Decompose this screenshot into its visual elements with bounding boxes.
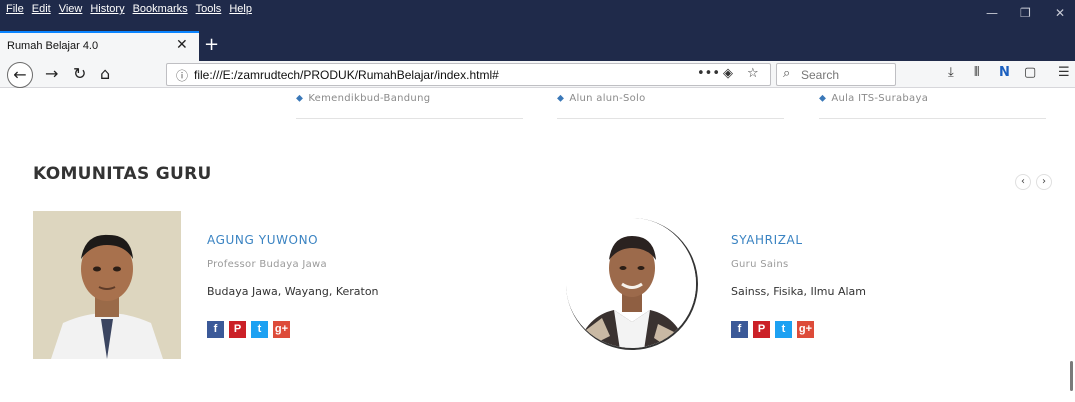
tab-rumah-belajar[interactable]: Rumah Belajar 4.0 ✕	[0, 31, 199, 61]
map-pin-icon: ⬥	[296, 93, 304, 104]
url-bar[interactable]: ⓘ file:///E:/zamrudtech/PRODUK/RumahBela…	[166, 63, 771, 86]
teacher-description: Budaya Jawa, Wayang, Keraton	[207, 285, 379, 298]
location-label: Alun alun-Solo	[569, 93, 646, 104]
location-label: Aula ITS-Surabaya	[831, 93, 929, 104]
teacher-portrait-image	[566, 218, 696, 348]
menu-help[interactable]: Help	[229, 3, 252, 15]
location-item: ⬥ Kemendikbud-Bandung	[296, 93, 430, 104]
scrollbar-thumb[interactable]	[1070, 361, 1073, 391]
page-actions-icon[interactable]: •••	[697, 66, 720, 81]
carousel-prev-button[interactable]: ‹	[1015, 174, 1031, 190]
back-icon[interactable]: ←	[7, 62, 33, 88]
teacher-portrait-image	[33, 211, 181, 359]
minimize-icon[interactable]: —	[986, 6, 998, 20]
reload-icon[interactable]: ↻	[73, 64, 86, 83]
url-text[interactable]: file:///E:/zamrudtech/PRODUK/RumahBelaja…	[194, 68, 499, 82]
bookmark-star-icon[interactable]: ☆	[747, 66, 759, 81]
nav-bar: ← → ↻ ⌂ ⓘ file:///E:/zamrudtech/PRODUK/R…	[0, 61, 1075, 88]
new-tab-icon[interactable]: +	[204, 34, 219, 55]
divider	[819, 118, 1046, 119]
tab-close-icon[interactable]: ✕	[176, 37, 188, 53]
map-pin-icon: ⬥	[819, 93, 827, 104]
teacher-description: Sainss, Fisika, Ilmu Alam	[731, 285, 867, 298]
facebook-icon[interactable]: f	[207, 321, 224, 338]
social-links: f P t g+	[731, 321, 814, 338]
twitter-icon[interactable]: t	[251, 321, 268, 338]
pinterest-icon[interactable]: P	[753, 321, 770, 338]
menu-history[interactable]: History	[90, 3, 124, 15]
teacher-role: Professor Budaya Jawa	[207, 259, 327, 270]
forward-icon[interactable]: →	[45, 64, 58, 83]
divider	[296, 118, 523, 119]
library-icon[interactable]: ⫴	[974, 65, 979, 80]
restore-icon[interactable]: ❐	[1020, 6, 1031, 20]
facebook-icon[interactable]: f	[731, 321, 748, 338]
teacher-photo	[566, 218, 698, 350]
teacher-name[interactable]: SYAHRIZAL	[731, 233, 803, 247]
extension-n-icon[interactable]: N	[999, 65, 1010, 80]
tab-title: Rumah Belajar 4.0	[7, 40, 99, 52]
location-label: Kemendikbud-Bandung	[308, 93, 431, 104]
pocket-icon[interactable]: ◈	[723, 66, 733, 81]
map-pin-icon: ⬥	[557, 93, 565, 104]
location-item: ⬥ Aula ITS-Surabaya	[819, 93, 928, 104]
download-icon[interactable]: ⤓	[948, 65, 954, 80]
menu-bar: File Edit View History Bookmarks Tools H…	[6, 3, 252, 15]
teacher-role: Guru Sains	[731, 259, 789, 270]
menu-view[interactable]: View	[59, 3, 83, 15]
googleplus-icon[interactable]: g+	[273, 321, 290, 338]
pinterest-icon[interactable]: P	[229, 321, 246, 338]
carousel-next-button[interactable]: ›	[1036, 174, 1052, 190]
menu-tools[interactable]: Tools	[196, 3, 222, 15]
sidebar-icon[interactable]: ▢	[1024, 65, 1036, 80]
location-item: ⬥ Alun alun-Solo	[557, 93, 646, 104]
search-icon: ⌕	[783, 66, 791, 81]
search-input[interactable]: ⌕ Search	[776, 63, 896, 86]
social-links: f P t g+	[207, 321, 290, 338]
home-icon[interactable]: ⌂	[100, 64, 110, 83]
menu-edit[interactable]: Edit	[32, 3, 51, 15]
teacher-name[interactable]: AGUNG YUWONO	[207, 233, 318, 247]
page-content: ⬥ Kemendikbud-Bandung ⬥ Alun alun-Solo ⬥ Au…	[0, 88, 1075, 402]
twitter-icon[interactable]: t	[775, 321, 792, 338]
divider	[557, 118, 784, 119]
close-window-icon[interactable]: ✕	[1055, 6, 1065, 20]
menu-bookmarks[interactable]: Bookmarks	[133, 3, 188, 15]
menu-file[interactable]: File	[6, 3, 24, 15]
info-icon[interactable]: ⓘ	[176, 67, 188, 84]
googleplus-icon[interactable]: g+	[797, 321, 814, 338]
section-title: KOMUNITAS GURU	[33, 164, 212, 184]
menu-hamburger-icon[interactable]: ☰	[1058, 65, 1070, 80]
teacher-photo	[33, 211, 181, 359]
search-placeholder: Search	[801, 68, 840, 82]
browser-titlebar: File Edit View History Bookmarks Tools H…	[0, 0, 1075, 31]
